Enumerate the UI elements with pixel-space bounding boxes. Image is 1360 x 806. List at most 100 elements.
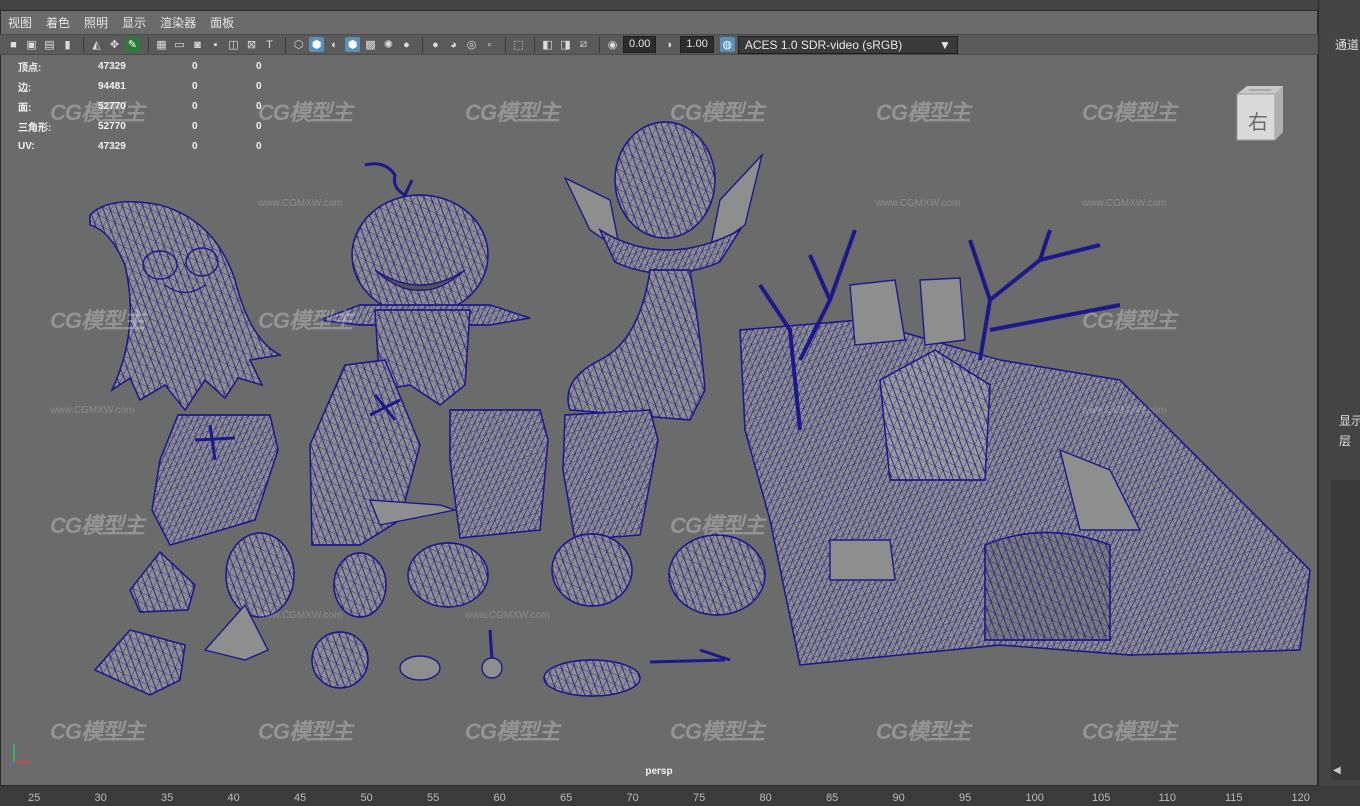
xray-icon[interactable]: ◧ bbox=[540, 37, 555, 52]
watermark-logo: CG模型主 bbox=[1082, 719, 1177, 744]
channel-box-panel: 通道 显示 层 ◀ bbox=[1318, 0, 1360, 786]
menu-panels[interactable]: 面板 bbox=[210, 14, 234, 31]
watermark-url: www.CGMXW.com bbox=[1082, 405, 1167, 416]
toolbar-separator bbox=[83, 36, 84, 53]
grid-icon[interactable]: ▦ bbox=[154, 37, 169, 52]
ruler-tick-label: 60 bbox=[493, 792, 506, 804]
scroll-left-icon[interactable]: ◀ bbox=[1333, 765, 1341, 776]
watermark-logo: CG模型主 bbox=[50, 513, 145, 538]
watermark-logo: CG模型主 bbox=[258, 719, 353, 744]
watermark-logo: CG模型主 bbox=[1082, 100, 1177, 125]
watermark-url: www.CGMXW.com bbox=[258, 610, 343, 621]
image-plane-icon[interactable]: ◭ bbox=[89, 37, 104, 52]
ruler-tick-label: 30 bbox=[94, 792, 107, 804]
menu-lighting[interactable]: 照明 bbox=[84, 14, 108, 31]
display-tab[interactable]: 显示 bbox=[1339, 412, 1360, 429]
viewcube[interactable]: 右 bbox=[1235, 84, 1285, 142]
watermark-logo: CG模型主 bbox=[465, 719, 560, 744]
field-chart-icon[interactable]: ◫ bbox=[226, 37, 241, 52]
time-slider-ruler[interactable]: 25 30 35 40 45 50 55 60 65 70 75 80 85 90 95 100 105 110 1… bbox=[0, 786, 1360, 806]
watermark-logo: CG模型主 bbox=[670, 513, 765, 538]
channels-tab[interactable]: 通道 bbox=[1335, 36, 1359, 53]
gate-mask-icon[interactable]: ▪ bbox=[208, 37, 223, 52]
stat-row-uvs: UV: 47329 0 0 bbox=[18, 140, 262, 152]
default-material-icon[interactable]: ◐ bbox=[327, 37, 342, 52]
camera-attributes-icon[interactable]: ▣ bbox=[24, 37, 39, 52]
ruler-tick-label: 105 bbox=[1092, 792, 1111, 804]
film-gate-icon[interactable]: ▭ bbox=[172, 37, 187, 52]
layer-list[interactable] bbox=[1331, 480, 1360, 780]
camera-lock-icon[interactable]: ▤ bbox=[42, 37, 57, 52]
toolbar-separator bbox=[599, 36, 600, 53]
wireframe-icon[interactable]: ⬡ bbox=[291, 37, 306, 52]
ruler-tick-label: 110 bbox=[1158, 792, 1177, 804]
camera-icon[interactable]: ■ bbox=[6, 37, 21, 52]
watermark-url: www.CGMXW.com bbox=[876, 198, 961, 209]
ruler-tick-label: 100 bbox=[1025, 792, 1044, 804]
pencil-icon[interactable]: ✎ bbox=[125, 37, 140, 52]
wireframe-on-shaded-icon[interactable]: ⬢ bbox=[345, 37, 360, 52]
ruler-tick-label: 25 bbox=[28, 792, 41, 804]
screen-space-ao-icon[interactable]: ● bbox=[428, 37, 443, 52]
watermark-logo: CG模型主 bbox=[50, 719, 145, 744]
camera-label: persp bbox=[645, 766, 673, 777]
graveyard-model[interactable] bbox=[739, 229, 1311, 666]
stat-row-edges: 边: 94481 0 0 bbox=[18, 80, 262, 94]
watermark-url: www.CGMXW.com bbox=[1082, 198, 1167, 209]
gamma-field[interactable]: 1.00 bbox=[680, 36, 714, 53]
lights-icon[interactable]: ✺ bbox=[381, 37, 396, 52]
watermark-logo: CG模型主 bbox=[465, 100, 560, 125]
menu-renderer[interactable]: 渲染器 bbox=[160, 14, 196, 31]
multisample-aa-icon[interactable]: ◎ bbox=[464, 37, 479, 52]
isolate-select-icon[interactable]: ⬚ bbox=[511, 37, 526, 52]
axis-gizmo bbox=[8, 738, 38, 768]
watermark-logo: CG模型主 bbox=[258, 308, 353, 333]
ruler-tick-label: 115 bbox=[1225, 792, 1243, 804]
textured-icon[interactable]: ▩ bbox=[363, 37, 378, 52]
watermark-logo: CG模型主 bbox=[876, 719, 971, 744]
safe-title-icon[interactable]: T bbox=[262, 37, 277, 52]
toolbar-separator bbox=[285, 36, 286, 53]
bookmark-icon[interactable]: ▮ bbox=[60, 37, 75, 52]
ruler-tick-label: 70 bbox=[626, 792, 639, 804]
exposure-icon[interactable]: ◉ bbox=[605, 37, 620, 52]
shadows-icon[interactable]: ● bbox=[399, 37, 414, 52]
ruler-tick-label: 75 bbox=[693, 792, 706, 804]
toolbar-separator bbox=[422, 36, 423, 53]
xray-active-components-icon[interactable]: ◨ bbox=[558, 37, 573, 52]
scene-models[interactable] bbox=[0, 55, 1318, 786]
menu-view[interactable]: 视图 bbox=[8, 14, 32, 31]
watermark-logo: CG模型主 bbox=[1082, 308, 1177, 333]
view-transform-dropdown[interactable]: ACES 1.0 SDR-video (sRGB) ▼ bbox=[737, 35, 958, 54]
ruler-tick-label: 85 bbox=[826, 792, 839, 804]
depth-of-field-icon[interactable]: ▫ bbox=[482, 37, 497, 52]
gamma-icon[interactable]: ◗ bbox=[662, 37, 677, 52]
menu-shading[interactable]: 着色 bbox=[46, 14, 70, 31]
viewcube-face-label: 右 bbox=[1248, 110, 1268, 134]
safe-action-icon[interactable]: ⊠ bbox=[244, 37, 259, 52]
menu-show[interactable]: 显示 bbox=[122, 14, 146, 31]
small-props-models[interactable] bbox=[93, 532, 766, 697]
ruler-tick-label: 40 bbox=[227, 792, 240, 804]
layers-label[interactable]: 层 bbox=[1339, 432, 1351, 449]
smooth-shade-icon[interactable]: ⬢ bbox=[309, 37, 324, 52]
watermark-logo: CG模型主 bbox=[876, 100, 971, 125]
ruler-tick-label: 95 bbox=[959, 792, 972, 804]
xray-joints-icon[interactable]: ⧄ bbox=[576, 37, 591, 52]
resolution-gate-icon[interactable]: ◙ bbox=[190, 37, 205, 52]
angel-tombstone-model[interactable] bbox=[563, 121, 764, 421]
ruler-tick-label: 90 bbox=[892, 792, 905, 804]
watermark-url: www.CGMXW.com bbox=[465, 610, 550, 621]
panel-menubar: 视图 着色 照明 显示 渲染器 面板 bbox=[0, 10, 1318, 34]
watermark-logo: CG模型主 bbox=[670, 100, 765, 125]
motion-blur-icon[interactable]: ◕ bbox=[446, 37, 461, 52]
ruler-tick-label: 45 bbox=[294, 792, 307, 804]
exposure-field[interactable]: 0.00 bbox=[623, 36, 657, 53]
toolbar-separator bbox=[505, 36, 506, 53]
chevron-down-icon: ▼ bbox=[938, 37, 951, 52]
grease-pencil-icon[interactable]: ✥ bbox=[107, 37, 122, 52]
ruler-tick-label: 50 bbox=[360, 792, 373, 804]
color-management-icon[interactable]: ◍ bbox=[719, 37, 735, 52]
toolbar-separator bbox=[534, 36, 535, 53]
toolbar-separator bbox=[148, 36, 149, 53]
